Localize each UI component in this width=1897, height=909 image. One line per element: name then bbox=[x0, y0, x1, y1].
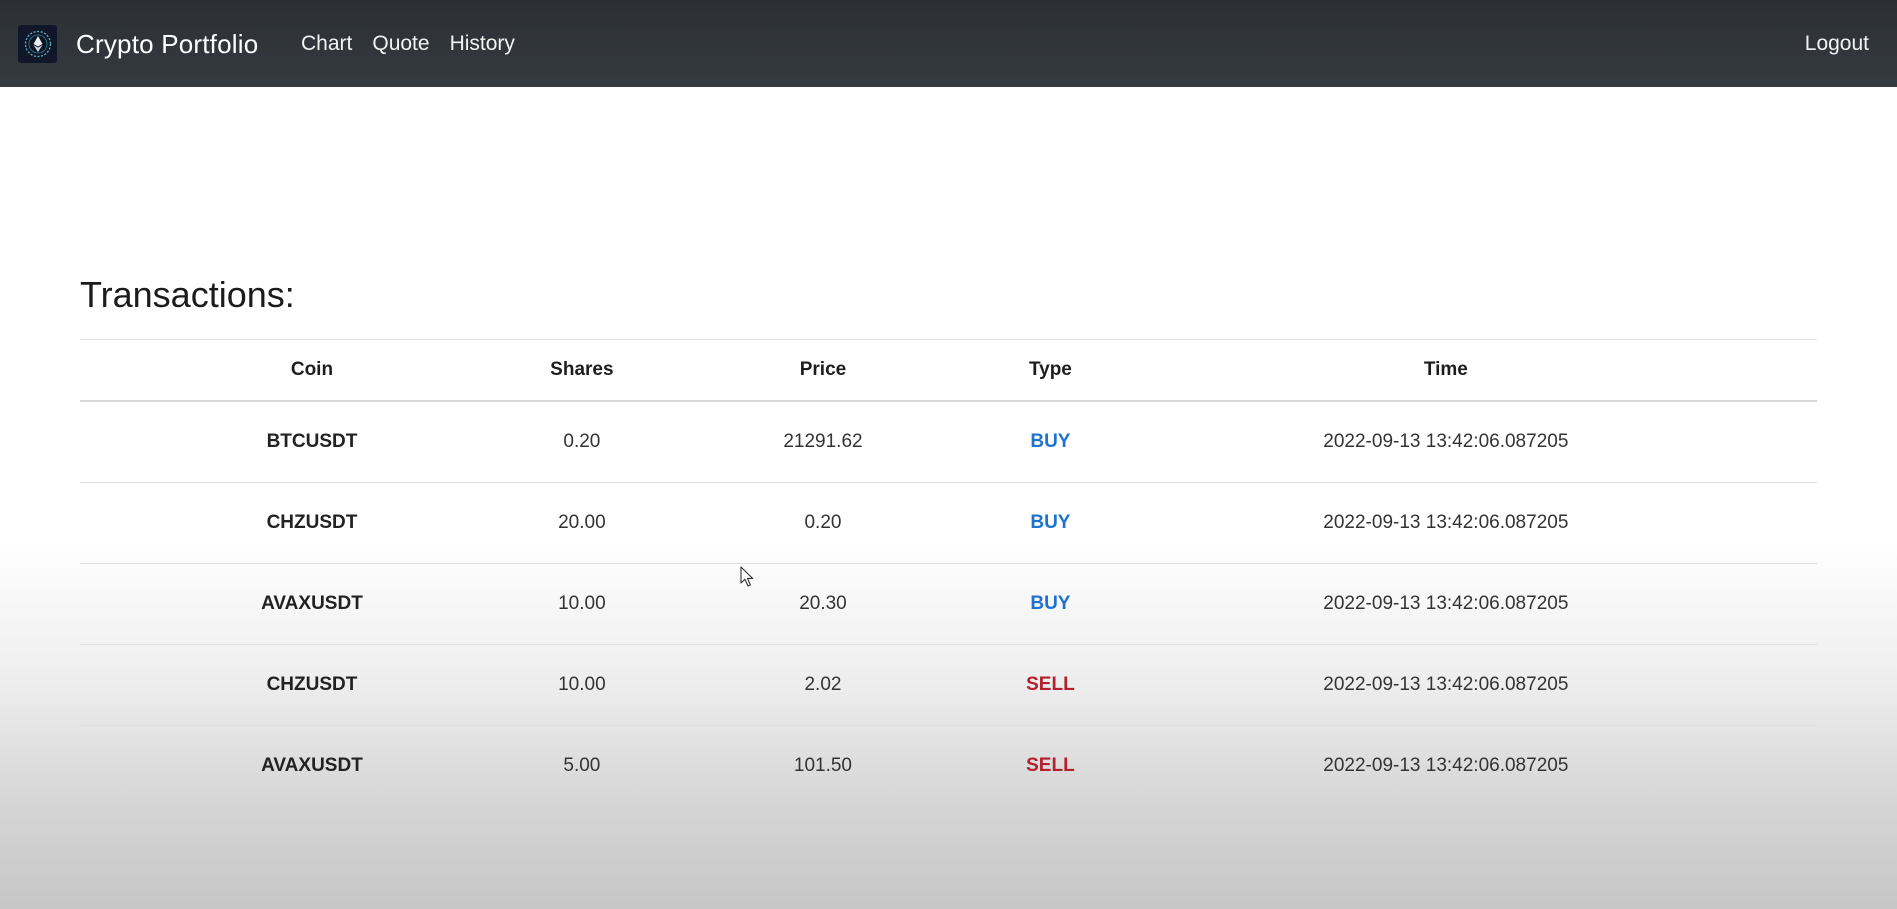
cell-price: 0.20 bbox=[804, 512, 842, 533]
cell-price: 101.50 bbox=[793, 755, 853, 776]
nav-links: Chart Quote History bbox=[301, 30, 535, 58]
header-row: Coin Shares Price Type Time bbox=[80, 339, 1817, 401]
table-body: BTCUSDT 0.20 21291.62 BUY 2022-09-13 13:… bbox=[80, 401, 1817, 806]
table-row: BTCUSDT 0.20 21291.62 BUY 2022-09-13 13:… bbox=[80, 401, 1817, 483]
ethereum-logo-icon[interactable] bbox=[18, 25, 57, 63]
cell-type: BUY bbox=[1030, 512, 1071, 533]
table-row: CHZUSDT 20.00 0.20 BUY 2022-09-13 13:42:… bbox=[80, 483, 1817, 564]
table-row: CHZUSDT 10.00 2.02 SELL 2022-09-13 13:42… bbox=[80, 645, 1817, 726]
header-coin: Coin bbox=[290, 359, 334, 380]
cell-time: 2022-09-13 13:42:06.087205 bbox=[1323, 593, 1569, 614]
cell-type: BUY bbox=[1030, 593, 1071, 614]
cell-coin: CHZUSDT bbox=[266, 674, 358, 695]
cell-time: 2022-09-13 13:42:06.087205 bbox=[1323, 674, 1569, 695]
header-shares: Shares bbox=[550, 359, 614, 380]
cell-price: 20.30 bbox=[799, 593, 847, 614]
header-time: Time bbox=[1423, 359, 1468, 380]
cell-time: 2022-09-13 13:42:06.087205 bbox=[1323, 755, 1569, 776]
header-type: Type bbox=[1028, 359, 1072, 380]
table-row: AVAXUSDT 10.00 20.30 BUY 2022-09-13 13:4… bbox=[80, 564, 1817, 645]
brand-name[interactable]: Crypto Portfolio bbox=[76, 28, 258, 60]
cell-coin: AVAXUSDT bbox=[261, 755, 363, 776]
cell-price: 21291.62 bbox=[783, 431, 863, 452]
cell-type: SELL bbox=[1026, 674, 1075, 695]
cell-time: 2022-09-13 13:42:06.087205 bbox=[1323, 512, 1569, 533]
mouse-pointer-icon bbox=[740, 566, 754, 587]
cell-shares: 10.00 bbox=[558, 674, 606, 695]
cell-coin: CHZUSDT bbox=[266, 512, 358, 533]
cell-shares: 20.00 bbox=[558, 512, 606, 533]
cell-time: 2022-09-13 13:42:06.087205 bbox=[1323, 431, 1569, 452]
top-navbar: Crypto Portfolio Chart Quote History Log… bbox=[0, 0, 1897, 87]
cell-price: 2.02 bbox=[804, 674, 842, 695]
cell-shares: 5.00 bbox=[563, 755, 601, 776]
transactions-table: Coin Shares Price Type Time BTCUSDT 0.20… bbox=[80, 339, 1817, 806]
nav-link-quote[interactable]: Quote bbox=[372, 30, 429, 58]
nav-link-chart[interactable]: Chart bbox=[301, 30, 352, 58]
cell-shares: 0.20 bbox=[563, 431, 601, 452]
logout-link[interactable]: Logout bbox=[1805, 30, 1869, 58]
table-row: AVAXUSDT 5.00 101.50 SELL 2022-09-13 13:… bbox=[80, 726, 1817, 807]
table-header: Coin Shares Price Type Time bbox=[80, 339, 1817, 401]
nav-link-history[interactable]: History bbox=[450, 30, 515, 58]
cell-type: BUY bbox=[1030, 431, 1071, 452]
cell-type: SELL bbox=[1026, 755, 1075, 776]
cell-shares: 10.00 bbox=[558, 593, 606, 614]
cell-coin: BTCUSDT bbox=[266, 431, 358, 452]
header-price: Price bbox=[799, 359, 847, 380]
cell-coin: AVAXUSDT bbox=[261, 593, 363, 614]
page-title: Transactions: bbox=[80, 274, 295, 315]
